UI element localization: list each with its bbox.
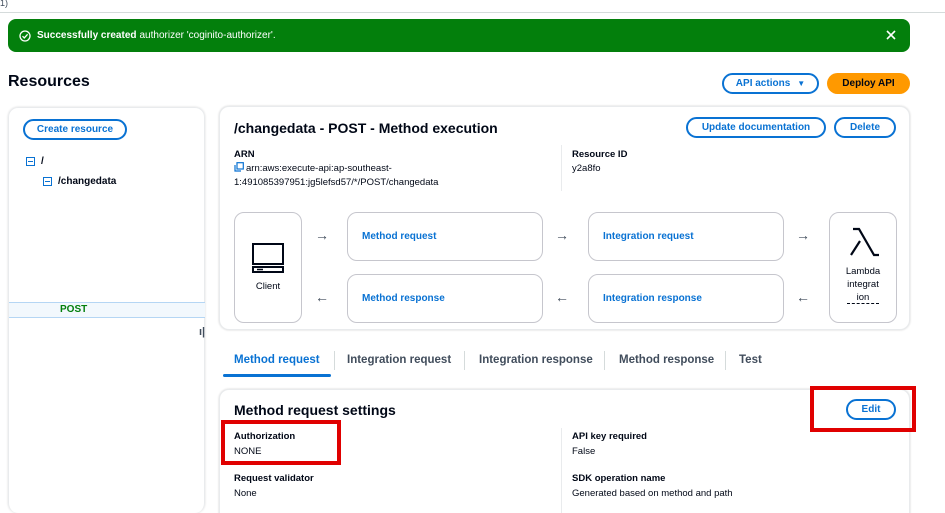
flash-bold-text: Successfully created [37,30,137,41]
resource-id-value: y2a8fo [572,163,601,174]
tab-separator [725,351,726,370]
request-validator-value: None [234,488,257,499]
create-resource-label: Create resource [36,124,114,135]
api-key-required-label: API key required [572,431,647,442]
integration-response-box[interactable]: Integration response [588,274,784,323]
delete-label: Delete [849,122,880,133]
tab-integration-response[interactable]: Integration response [479,354,593,366]
method-response-box[interactable]: Method response [347,274,543,323]
update-documentation-label: Update documentation [701,122,811,133]
active-tab-indicator [223,374,331,377]
divider [561,145,562,191]
arrow-right-icon: → [315,227,329,243]
lambda-label-line-2: integrat [847,279,879,290]
api-actions-label: API actions [735,78,791,89]
panel-resize-handle[interactable]: ı| [199,326,205,338]
tab-method-request[interactable]: Method request [234,354,320,366]
update-documentation-button[interactable]: Update documentation [686,117,826,138]
close-icon[interactable] [884,28,898,42]
integration-request-link[interactable]: Integration request [603,231,694,242]
tab-separator [334,351,335,370]
tab-test[interactable]: Test [739,354,762,366]
collapse-icon[interactable] [26,157,35,166]
page-title: Resources [8,73,90,90]
divider [561,428,562,513]
delete-button[interactable]: Delete [834,117,896,138]
arrow-right-icon: → [555,227,569,243]
method-execution-title: /changedata - POST - Method execution [234,120,498,136]
tree-item-changedata[interactable]: /changedata [43,176,116,187]
arn-line-2: 1:491085397951:jg5lefsd57/*/POST/changed… [234,177,439,188]
create-resource-button[interactable]: Create resource [23,119,127,140]
tree-root-label: / [41,156,44,167]
api-key-required-value: False [572,446,596,457]
tab-method-response[interactable]: Method response [619,354,714,366]
check-circle-icon [19,29,31,42]
tree-changedata-label: /changedata [58,176,117,187]
client-box: Client [234,212,302,323]
tab-separator [604,351,605,370]
arrow-left-icon: ← [555,289,569,305]
tree-post-label: POST [60,304,88,315]
monitor-icon [251,242,285,280]
integration-request-box[interactable]: Integration request [588,212,784,261]
arn-value: arn:aws:execute-api:ap-southeast- 1:4910… [234,162,438,189]
api-actions-button[interactable]: API actions ▼ [722,73,819,94]
lambda-icon [848,225,880,264]
collapse-icon[interactable] [43,177,52,186]
lambda-label: Lambda integrat ion [830,265,896,304]
resource-id-label: Resource ID [572,149,628,160]
flash-text: authorizer 'coginito-authorizer'. [139,30,276,41]
arrow-left-icon: ← [315,289,329,305]
lambda-label-line-1: Lambda [845,266,881,277]
arrow-left-icon: ← [796,289,810,305]
arn-line-1: arn:aws:execute-api:ap-southeast- [246,163,392,174]
tree-item-post[interactable]: POST [9,302,205,318]
tab-separator [464,351,465,370]
arrow-right-icon: → [796,227,810,243]
client-label: Client [255,281,281,292]
settings-title: Method request settings [234,402,396,418]
authorization-highlight [221,420,341,465]
request-validator-label: Request validator [234,473,314,484]
copy-icon[interactable] [234,162,244,176]
deploy-api-button[interactable]: Deploy API [827,73,910,94]
method-response-link[interactable]: Method response [362,293,445,304]
arn-label: ARN [234,149,255,160]
tab-integration-request[interactable]: Integration request [347,354,451,366]
method-execution-card: /changedata - POST - Method execution Up… [219,106,910,330]
edit-highlight [810,386,916,432]
lambda-label-line-3: ion [846,292,880,304]
tree-item-root[interactable]: / [26,156,44,167]
method-request-box[interactable]: Method request [347,212,543,261]
deploy-api-label: Deploy API [842,78,895,89]
success-flashbar: Successfully created authorizer 'coginit… [8,19,910,52]
resource-tree-panel: Create resource / /changedata POST [8,107,205,513]
caret-down-icon: ▼ [797,79,806,88]
sdk-operation-name-label: SDK operation name [572,473,666,484]
sdk-operation-name-value: Generated based on method and path [572,488,733,499]
top-strip: 1) [0,0,945,13]
lambda-integration-box: Lambda integrat ion [829,212,897,323]
method-request-link[interactable]: Method request [362,231,436,242]
integration-response-link[interactable]: Integration response [603,293,702,304]
top-strip-text: 1) [0,0,9,8]
